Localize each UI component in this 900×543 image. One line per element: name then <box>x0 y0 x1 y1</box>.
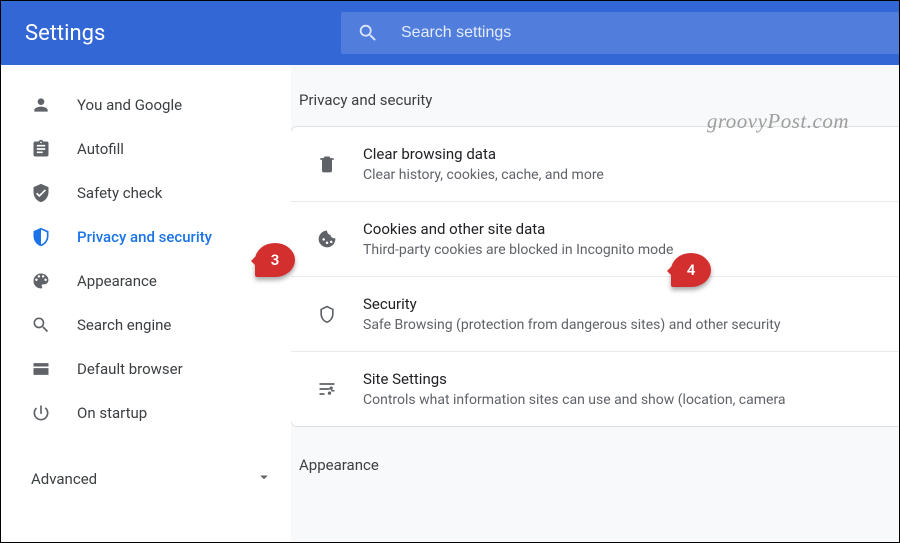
sidebar-item-on-startup[interactable]: On startup <box>1 391 291 435</box>
row-title: Site Settings <box>363 370 885 388</box>
sidebar-item-label: Privacy and security <box>77 228 212 246</box>
search-input[interactable] <box>401 24 883 42</box>
row-cookies[interactable]: Cookies and other site data Third-party … <box>291 202 899 277</box>
palette-icon <box>31 271 51 291</box>
sidebar-item-label: Safety check <box>77 184 162 202</box>
row-subtitle: Clear history, cookies, cache, and more <box>363 167 885 183</box>
sidebar-item-label: Default browser <box>77 360 183 378</box>
search-box[interactable] <box>341 12 899 54</box>
magnifier-icon <box>31 315 51 335</box>
shield-outline-icon <box>317 304 337 324</box>
browser-icon <box>31 359 51 379</box>
sidebar-item-privacy-security[interactable]: Privacy and security <box>1 215 291 259</box>
sliders-icon <box>317 379 337 399</box>
trash-icon <box>317 154 337 174</box>
row-security[interactable]: Security Safe Browsing (protection from … <box>291 277 899 352</box>
sidebar-item-safety-check[interactable]: Safety check <box>1 171 291 215</box>
advanced-label: Advanced <box>31 470 97 488</box>
sidebar: You and Google Autofill Safety check Pri… <box>1 65 291 542</box>
search-icon <box>357 22 379 44</box>
main-content: Privacy and security Clear browsing data… <box>291 65 899 542</box>
privacy-card: Clear browsing data Clear history, cooki… <box>291 127 899 426</box>
app-header: Settings <box>1 1 899 65</box>
row-title: Cookies and other site data <box>363 220 885 238</box>
sidebar-item-label: You and Google <box>77 96 182 114</box>
row-title: Security <box>363 295 885 313</box>
row-clear-browsing-data[interactable]: Clear browsing data Clear history, cooki… <box>291 127 899 202</box>
sidebar-item-label: Appearance <box>77 272 157 290</box>
section-title-appearance: Appearance <box>299 456 899 474</box>
sidebar-item-default-browser[interactable]: Default browser <box>1 347 291 391</box>
sidebar-advanced[interactable]: Advanced <box>1 457 291 501</box>
shield-icon <box>31 227 51 247</box>
sidebar-item-autofill[interactable]: Autofill <box>1 127 291 171</box>
row-subtitle: Third-party cookies are blocked in Incog… <box>363 242 885 258</box>
row-title: Clear browsing data <box>363 145 885 163</box>
sidebar-item-label: Autofill <box>77 140 124 158</box>
sidebar-item-search-engine[interactable]: Search engine <box>1 303 291 347</box>
person-icon <box>31 95 51 115</box>
cookie-icon <box>317 229 337 249</box>
sidebar-item-appearance[interactable]: Appearance <box>1 259 291 303</box>
section-title-privacy: Privacy and security <box>299 91 899 109</box>
sidebar-item-label: Search engine <box>77 316 171 334</box>
app-title: Settings <box>25 21 341 46</box>
row-subtitle: Controls what information sites can use … <box>363 392 885 408</box>
sidebar-item-you-and-google[interactable]: You and Google <box>1 83 291 127</box>
clipboard-icon <box>31 139 51 159</box>
row-subtitle: Safe Browsing (protection from dangerous… <box>363 317 885 333</box>
row-site-settings[interactable]: Site Settings Controls what information … <box>291 352 899 426</box>
chevron-down-icon <box>255 468 273 490</box>
sidebar-item-label: On startup <box>77 404 147 422</box>
power-icon <box>31 403 51 423</box>
shield-check-icon <box>31 183 51 203</box>
